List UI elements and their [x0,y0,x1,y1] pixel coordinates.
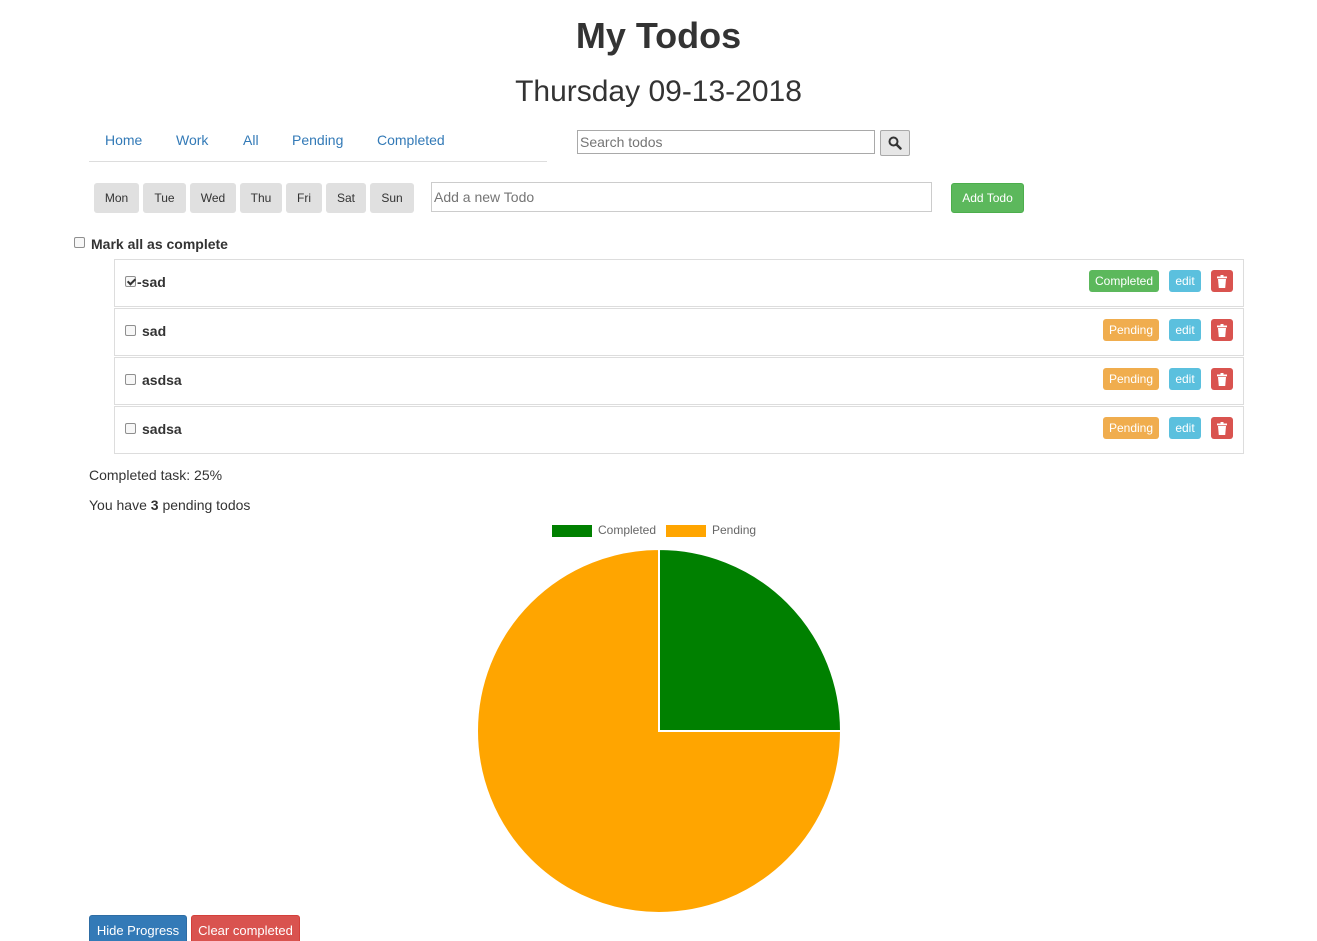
current-date: Thursday 09-13-2018 [515,75,802,108]
mark-all-checkbox[interactable] [74,237,85,248]
mark-all-label: Mark all as complete [91,236,228,252]
status-badge-pending[interactable]: Pending [1103,417,1159,439]
hide-progress-button[interactable]: Hide Progress [89,915,187,941]
day-sat[interactable]: Sat [326,183,366,213]
completed-percentage: Completed task: 25% [89,467,223,483]
pending-count-text: You have 3 pending todos [89,497,250,513]
todo-item: asdsa Pending edit [114,357,1244,405]
todo-text: -sad [137,274,166,290]
day-thu[interactable]: Thu [240,183,282,213]
search-button[interactable] [880,130,910,156]
day-tue[interactable]: Tue [143,183,186,213]
day-fri[interactable]: Fri [286,183,322,213]
edit-button[interactable]: edit [1169,368,1201,390]
legend-swatch-pending[interactable] [666,525,706,537]
legend-label-pending[interactable]: Pending [712,523,756,537]
todo-checkbox[interactable] [125,325,136,336]
todo-item: sadsa Pending edit [114,406,1244,454]
delete-button[interactable] [1211,319,1233,341]
edit-button[interactable]: edit [1169,319,1201,341]
todo-checkbox[interactable] [125,423,136,434]
nav-work[interactable]: Work [176,132,208,148]
nav-all[interactable]: All [243,132,259,148]
status-badge-completed[interactable]: Completed [1089,270,1159,292]
nav-home[interactable]: Home [105,132,142,148]
trash-icon [1217,421,1227,435]
todo-text: sad [142,323,167,339]
pending-suffix: pending todos [162,497,251,513]
pie-slice-completed[interactable] [658,548,842,732]
filter-nav: Home Work All Pending Completed [89,124,547,162]
search-input[interactable] [577,130,875,154]
nav-pending[interactable]: Pending [292,132,343,148]
todo-item: -sad Completed edit [114,259,1244,307]
trash-icon [1217,372,1227,386]
status-badge-pending[interactable]: Pending [1103,319,1159,341]
add-todo-button[interactable]: Add Todo [951,183,1024,213]
day-wed[interactable]: Wed [190,183,236,213]
nav-completed[interactable]: Completed [377,132,445,148]
status-badge-pending[interactable]: Pending [1103,368,1159,390]
clear-completed-button[interactable]: Clear completed [191,915,300,941]
todo-checkbox[interactable] [125,276,136,287]
day-mon[interactable]: Mon [94,183,139,213]
legend-swatch-completed[interactable] [552,525,592,537]
pending-count: 3 [150,497,159,513]
delete-button[interactable] [1211,368,1233,390]
progress-pie-chart [476,548,842,914]
search-icon [888,136,902,150]
page-title: My Todos [575,15,742,56]
edit-button[interactable]: edit [1169,270,1201,292]
legend-label-completed[interactable]: Completed [598,523,656,537]
delete-button[interactable] [1211,417,1233,439]
todo-text: asdsa [142,372,182,388]
todo-item: sad Pending edit [114,308,1244,356]
new-todo-input[interactable] [431,182,932,212]
day-sun[interactable]: Sun [370,183,414,213]
todo-checkbox[interactable] [125,374,136,385]
delete-button[interactable] [1211,270,1233,292]
trash-icon [1217,323,1227,337]
edit-button[interactable]: edit [1169,417,1201,439]
pending-prefix: You have [89,497,147,513]
trash-icon [1217,274,1227,288]
todo-text: sadsa [142,421,182,437]
